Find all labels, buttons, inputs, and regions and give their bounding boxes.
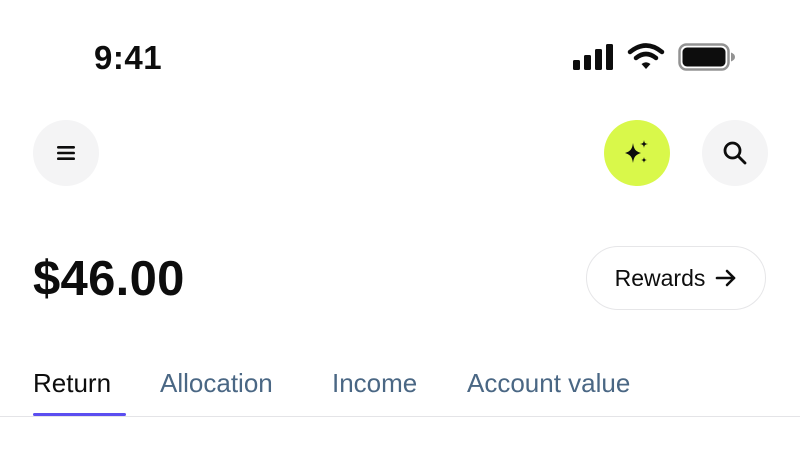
rewards-label: Rewards <box>614 264 706 291</box>
status-time: 9:41 <box>94 39 163 76</box>
wifi-icon <box>627 43 665 69</box>
rewards-button[interactable]: Rewards <box>586 246 766 310</box>
sparkle-icon <box>625 140 648 163</box>
tab-bar: Return Allocation Income Account value <box>0 360 800 417</box>
search-button[interactable] <box>702 120 768 186</box>
tab-account-value[interactable]: Account value <box>467 366 630 400</box>
search-icon <box>723 141 747 165</box>
arrow-right-icon <box>716 269 736 287</box>
battery-icon <box>678 43 735 71</box>
assistant-button[interactable] <box>604 120 670 186</box>
tab-income[interactable]: Income <box>332 366 417 400</box>
account-balance: $46.00 <box>33 252 185 306</box>
menu-button[interactable] <box>33 120 99 186</box>
active-tab-indicator <box>33 413 126 416</box>
tab-return[interactable]: Return <box>33 366 111 400</box>
menu-icon <box>57 146 75 160</box>
cellular-signal-icon <box>573 44 613 70</box>
status-bar: 9:41 <box>0 0 800 110</box>
tab-allocation[interactable]: Allocation <box>160 366 273 400</box>
